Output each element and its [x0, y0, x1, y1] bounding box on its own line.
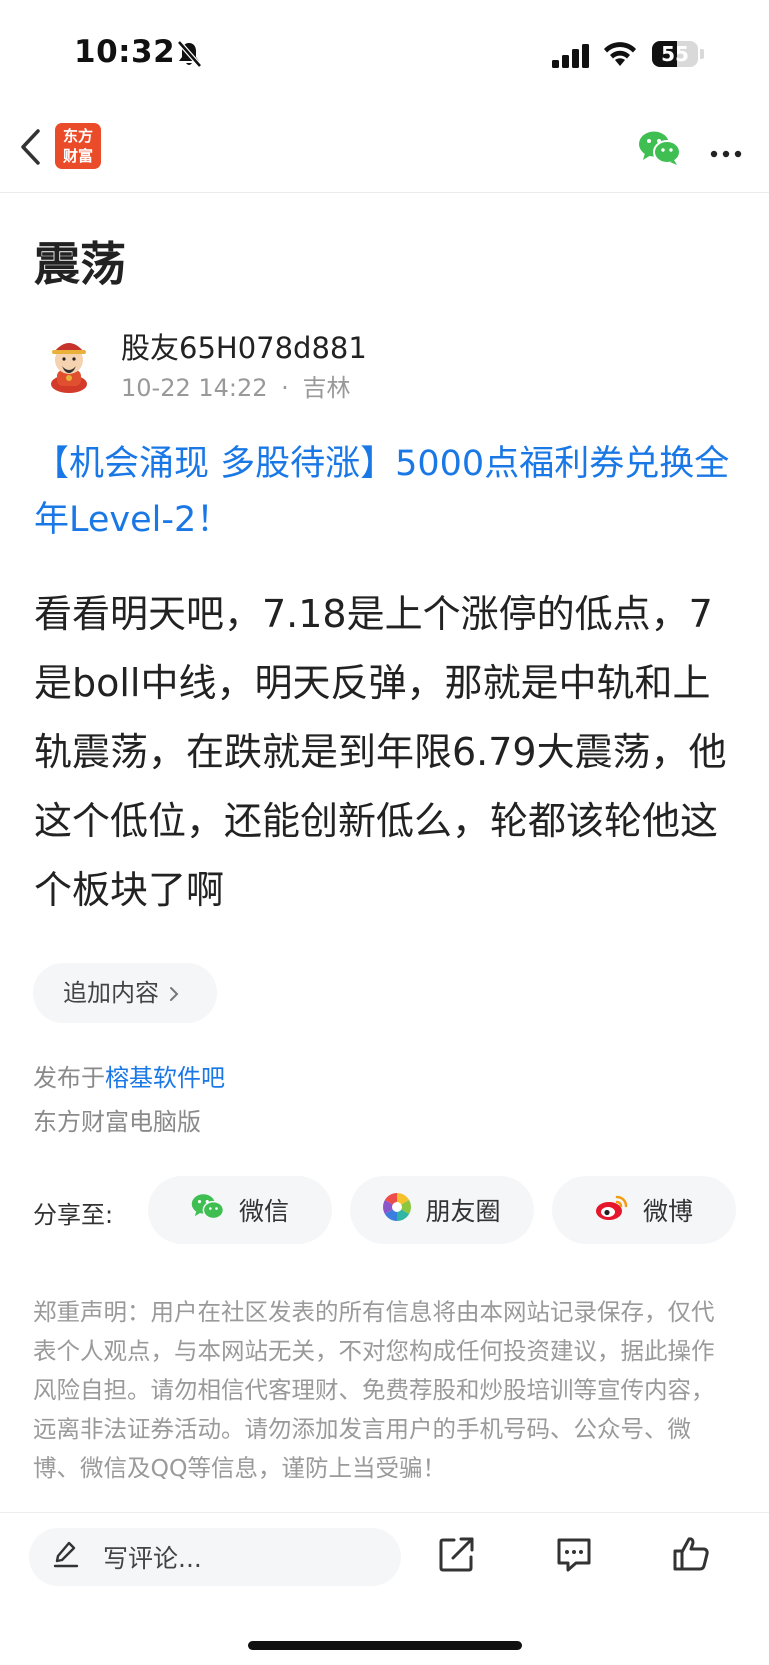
bell-muted-icon — [176, 40, 202, 72]
battery-indicator: 55 — [652, 41, 698, 67]
home-indicator — [248, 1641, 522, 1650]
post-meta: 10-22 14:22 · 吉林 — [121, 368, 350, 403]
meta-separator: · — [281, 374, 289, 402]
wechat-icon — [191, 1193, 225, 1227]
battery-cap — [700, 49, 704, 59]
more-options-icon[interactable] — [710, 143, 742, 162]
forum-link[interactable]: 榕基软件吧 — [105, 1064, 225, 1092]
eastmoney-logo[interactable]: 东方 财富 — [55, 123, 101, 169]
share-moments-label: 朋友圈 — [425, 1197, 501, 1226]
post-title: 震荡 — [34, 237, 126, 291]
published-prefix: 发布于 — [33, 1064, 105, 1092]
post-body: 看看明天吧，7.18是上个涨停的低点，7是boll中线，明天反弹，那就是中轨和上… — [34, 592, 727, 912]
share-wechat-button[interactable]: 微信 — [148, 1176, 332, 1244]
share-external-icon[interactable] — [437, 1534, 477, 1578]
comment-placeholder: 写评论... — [103, 1544, 202, 1573]
published-in: 发布于榕基软件吧 — [33, 1058, 225, 1093]
share-moments-button[interactable]: 朋友圈 — [350, 1176, 534, 1244]
cellular-signal-icon — [552, 44, 592, 72]
battery-percent: 55 — [661, 42, 689, 66]
chevron-right-icon — [169, 979, 179, 1007]
promo-link[interactable]: 【机会涌现 多股待涨】5000点福利券兑换全年Level-2！ — [34, 436, 734, 548]
disclaimer-text: 郑重声明：用户在社区发表的所有信息将由本网站记录保存，仅代表个人观点，与本网站无… — [33, 1298, 715, 1482]
post-platform: 东方财富电脑版 — [33, 1108, 201, 1136]
logo-line-2: 财富 — [62, 147, 93, 165]
logo-line-1: 东方 — [62, 127, 93, 145]
wechat-share-icon[interactable] — [638, 130, 682, 170]
comment-icon[interactable] — [554, 1534, 594, 1578]
comment-input[interactable]: 写评论... — [29, 1528, 401, 1586]
status-time: 10:32 — [74, 34, 176, 70]
author-avatar[interactable] — [36, 328, 102, 394]
pencil-icon — [53, 1540, 79, 1574]
share-label: 分享至: — [33, 1201, 114, 1229]
moments-icon — [383, 1193, 412, 1227]
post-location: 吉林 — [302, 374, 351, 402]
back-chevron-icon[interactable] — [18, 128, 44, 170]
add-content-button[interactable]: 追加内容 — [33, 963, 217, 1023]
weibo-icon — [595, 1193, 629, 1227]
nav-divider — [0, 192, 769, 193]
bottom-divider — [0, 1512, 769, 1513]
share-weibo-button[interactable]: 微博 — [552, 1176, 736, 1244]
author-name[interactable]: 股友65H078d881 — [121, 325, 367, 367]
share-wechat-label: 微信 — [238, 1197, 289, 1226]
wifi-icon — [602, 42, 638, 72]
add-content-label: 追加内容 — [63, 979, 159, 1007]
share-weibo-label: 微博 — [642, 1197, 693, 1226]
like-icon[interactable] — [671, 1534, 711, 1578]
post-date: 10-22 14:22 — [121, 374, 268, 402]
